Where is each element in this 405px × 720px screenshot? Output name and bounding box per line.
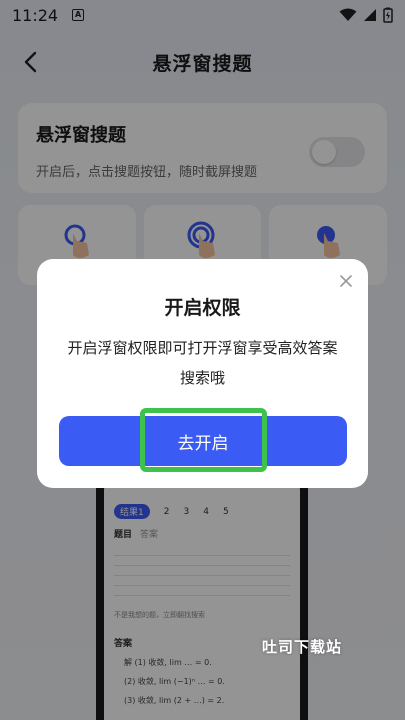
close-dialog-button[interactable] — [336, 271, 356, 291]
page-background: 11:24 A 悬浮窗搜题 悬浮窗搜题 开启后，点击搜题按钮，随时截屏搜题 结果… — [0, 0, 405, 720]
highlight-box — [140, 408, 267, 472]
close-icon — [340, 275, 352, 287]
dialog-title: 开启权限 — [164, 297, 241, 319]
dialog-message: 开启浮窗权限即可打开浮窗享受高效答案搜索哦 — [67, 339, 338, 387]
watermark: 吐司下载站 — [262, 638, 343, 656]
